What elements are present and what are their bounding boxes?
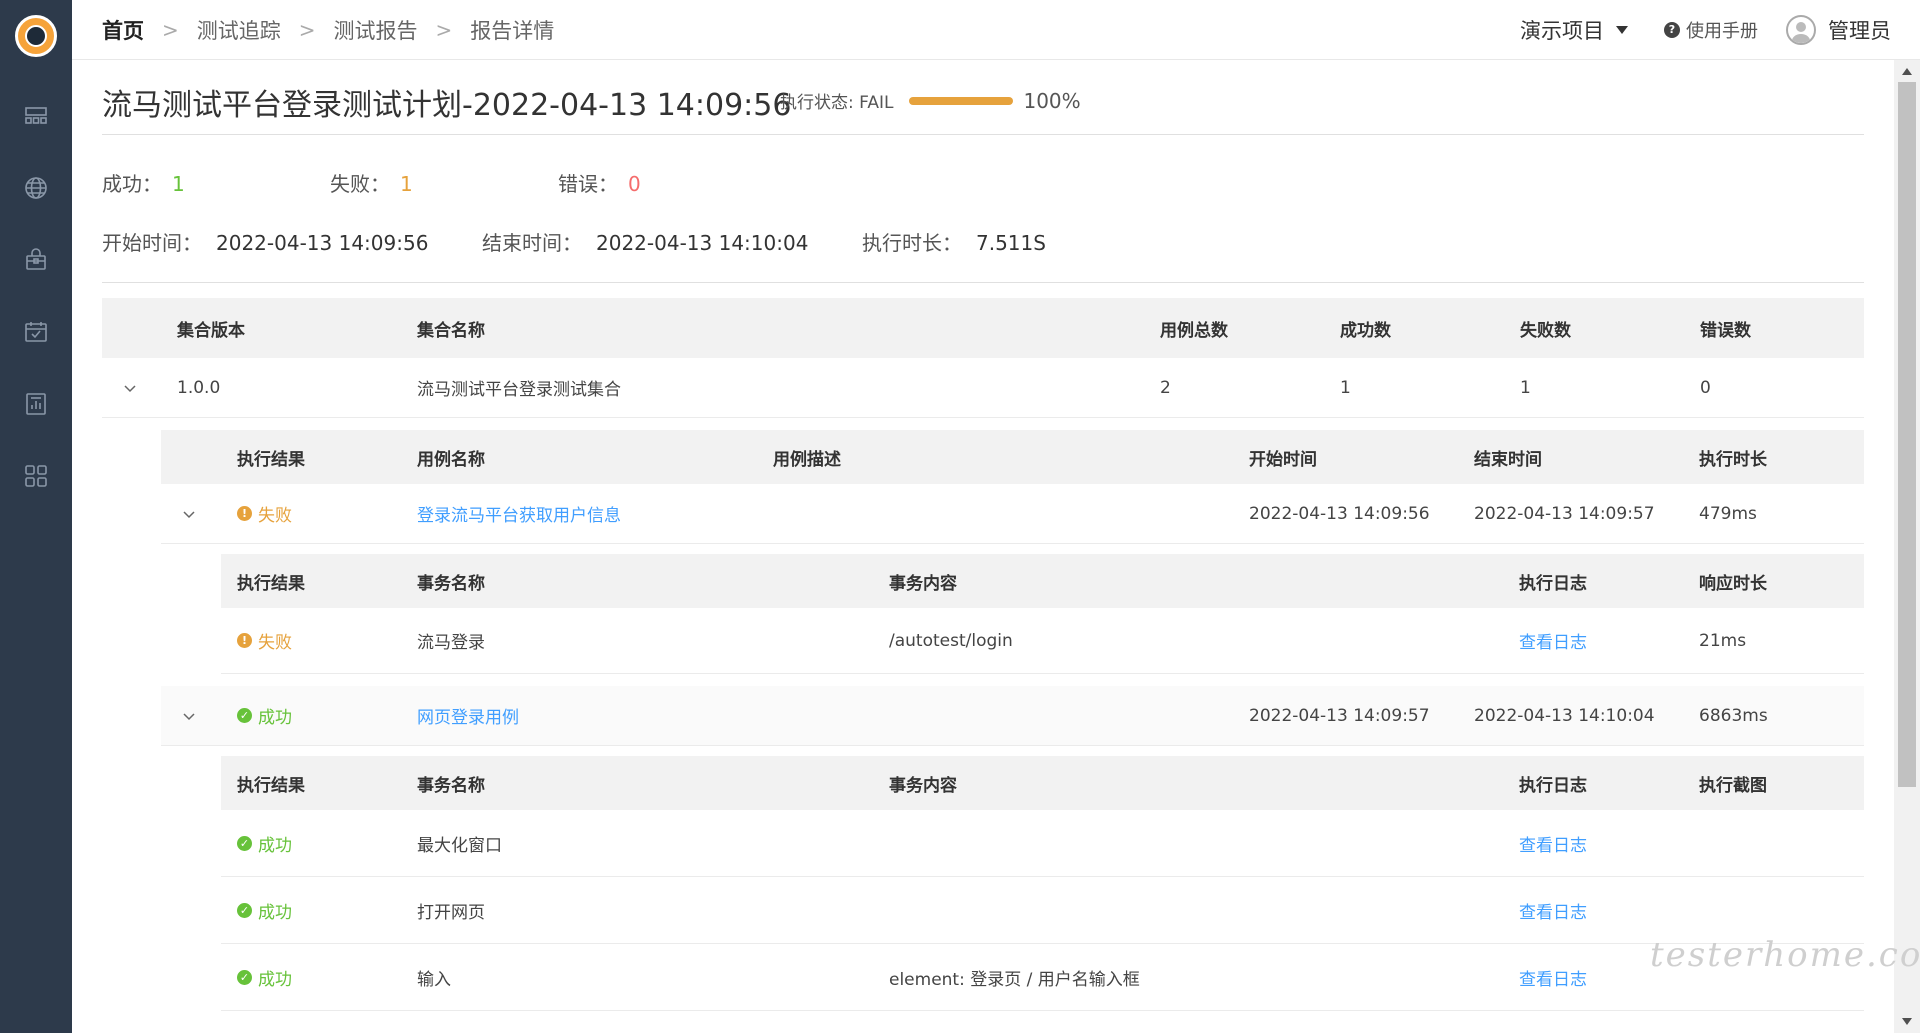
sidebar <box>0 0 72 1033</box>
execution-status: 执行状态: FAIL 100% <box>780 88 1081 114</box>
chevron-right-icon: > <box>298 18 316 42</box>
scroll-thumb[interactable] <box>1898 82 1916 787</box>
case-result: ! 失败 <box>237 484 292 543</box>
breadcrumb-test-report[interactable]: 测试报告 <box>334 15 418 45</box>
case-table-header: 执行结果 用例名称 用例描述 开始时间 结束时间 执行时长 <box>161 430 1864 484</box>
success-stat: 成功： 1 <box>102 172 185 196</box>
chevron-down-icon[interactable] <box>122 358 138 417</box>
help-icon: ? <box>1664 22 1680 38</box>
view-log-link[interactable]: 查看日志 <box>1519 608 1587 673</box>
status-label: 执行状态: FAIL <box>780 93 894 113</box>
success-count: 1 <box>172 172 185 196</box>
scroll-down-arrow-icon[interactable] <box>1902 1018 1912 1025</box>
page-title: 流马测试平台登录测试计划-2022-04-13 14:09:56 <box>102 88 792 123</box>
breadcrumb-home[interactable]: 首页 <box>102 15 144 45</box>
view-log-link[interactable]: 查看日志 <box>1519 877 1587 943</box>
breadcrumb: 首页 > 测试追踪 > 测试报告 > 报告详情 <box>102 0 554 60</box>
caret-down-icon <box>1616 26 1628 34</box>
error-stat: 错误： 0 <box>558 172 641 196</box>
case-row[interactable]: ! 失败 登录流马平台获取用户信息 2022-04-13 14:09:56 20… <box>161 484 1864 544</box>
apps-grid-icon[interactable] <box>23 463 49 489</box>
start-time: 开始时间： 2022-04-13 14:09:56 <box>102 231 429 255</box>
top-header: 首页 > 测试追踪 > 测试报告 > 报告详情 演示项目 ? 使用手册 管理员 <box>72 0 1920 60</box>
txn-result: ✓ 成功 <box>237 810 292 876</box>
app-logo[interactable] <box>15 15 57 57</box>
end-time: 结束时间： 2022-04-13 14:10:04 <box>482 231 809 255</box>
divider <box>102 134 1864 135</box>
package-icon[interactable] <box>23 247 49 273</box>
txn-table-header: 执行结果 事务名称 事务内容 执行日志 响应时长 <box>221 554 1864 608</box>
table-row[interactable]: 1.0.0 流马测试平台登录测试集合 2 1 1 0 <box>102 358 1864 418</box>
dashboard-icon[interactable] <box>23 103 49 129</box>
user-menu[interactable]: 管理员 <box>1786 0 1891 60</box>
avatar <box>1786 15 1816 45</box>
case-result: ✓ 成功 <box>237 686 292 745</box>
check-circle-icon: ✓ <box>237 835 252 851</box>
txn-table-header: 执行结果 事务名称 事务内容 执行日志 执行截图 <box>221 756 1864 810</box>
progress-percent: 100% <box>1023 88 1081 113</box>
check-circle-icon: ✓ <box>237 969 252 985</box>
project-name: 演示项目 <box>1520 19 1604 43</box>
error-count: 0 <box>628 172 641 196</box>
project-selector[interactable]: 演示项目 <box>1520 0 1628 60</box>
scroll-up-arrow-icon[interactable] <box>1902 68 1912 75</box>
breadcrumb-test-tracking[interactable]: 测试追踪 <box>197 15 281 45</box>
page-scrollbar[interactable] <box>1894 60 1920 1033</box>
fail-stat: 失败： 1 <box>330 172 413 196</box>
progress-bar <box>909 96 1014 105</box>
calendar-check-icon[interactable] <box>23 319 49 345</box>
txn-result: ✓ 成功 <box>237 944 292 1010</box>
chevron-down-icon[interactable] <box>181 686 197 745</box>
duration: 执行时长： 7.511S <box>862 231 1046 255</box>
txn-result: ! 失败 <box>237 608 292 673</box>
user-manual-link[interactable]: ? 使用手册 <box>1664 0 1758 60</box>
chevron-right-icon: > <box>162 18 179 42</box>
check-circle-icon: ✓ <box>237 902 252 918</box>
chevron-right-icon: > <box>435 18 453 42</box>
manual-label: 使用手册 <box>1686 21 1758 42</box>
txn-row: ✓ 成功 最大化窗口 查看日志 <box>221 810 1864 877</box>
report-chart-icon[interactable] <box>23 391 49 417</box>
collection-table-header: 集合版本 集合名称 用例总数 成功数 失败数 错误数 <box>102 298 1864 358</box>
warning-circle-icon: ! <box>237 506 252 521</box>
divider <box>102 282 1864 283</box>
user-name: 管理员 <box>1828 19 1891 43</box>
globe-icon[interactable] <box>23 175 49 201</box>
view-log-link[interactable]: 查看日志 <box>1519 810 1587 876</box>
warning-circle-icon: ! <box>237 633 252 648</box>
txn-row: ✓ 成功 输入 element: 登录页 / 用户名输入框 查看日志 <box>221 944 1864 1011</box>
breadcrumb-report-detail: 报告详情 <box>470 19 555 43</box>
txn-result: ✓ 成功 <box>237 877 292 943</box>
txn-row: ✓ 成功 打开网页 查看日志 <box>221 877 1864 944</box>
fail-count: 1 <box>400 172 413 196</box>
case-name-link[interactable]: 网页登录用例 <box>417 686 519 745</box>
chevron-down-icon[interactable] <box>181 484 197 543</box>
case-row[interactable]: ✓ 成功 网页登录用例 2022-04-13 14:09:57 2022-04-… <box>161 686 1864 746</box>
view-log-link[interactable]: 查看日志 <box>1519 944 1587 1010</box>
txn-row: ! 失败 流马登录 /autotest/login 查看日志 21ms <box>221 608 1864 674</box>
case-name-link[interactable]: 登录流马平台获取用户信息 <box>417 484 621 543</box>
watermark: testerhome.com <box>1650 935 1920 975</box>
check-circle-icon: ✓ <box>237 708 252 723</box>
